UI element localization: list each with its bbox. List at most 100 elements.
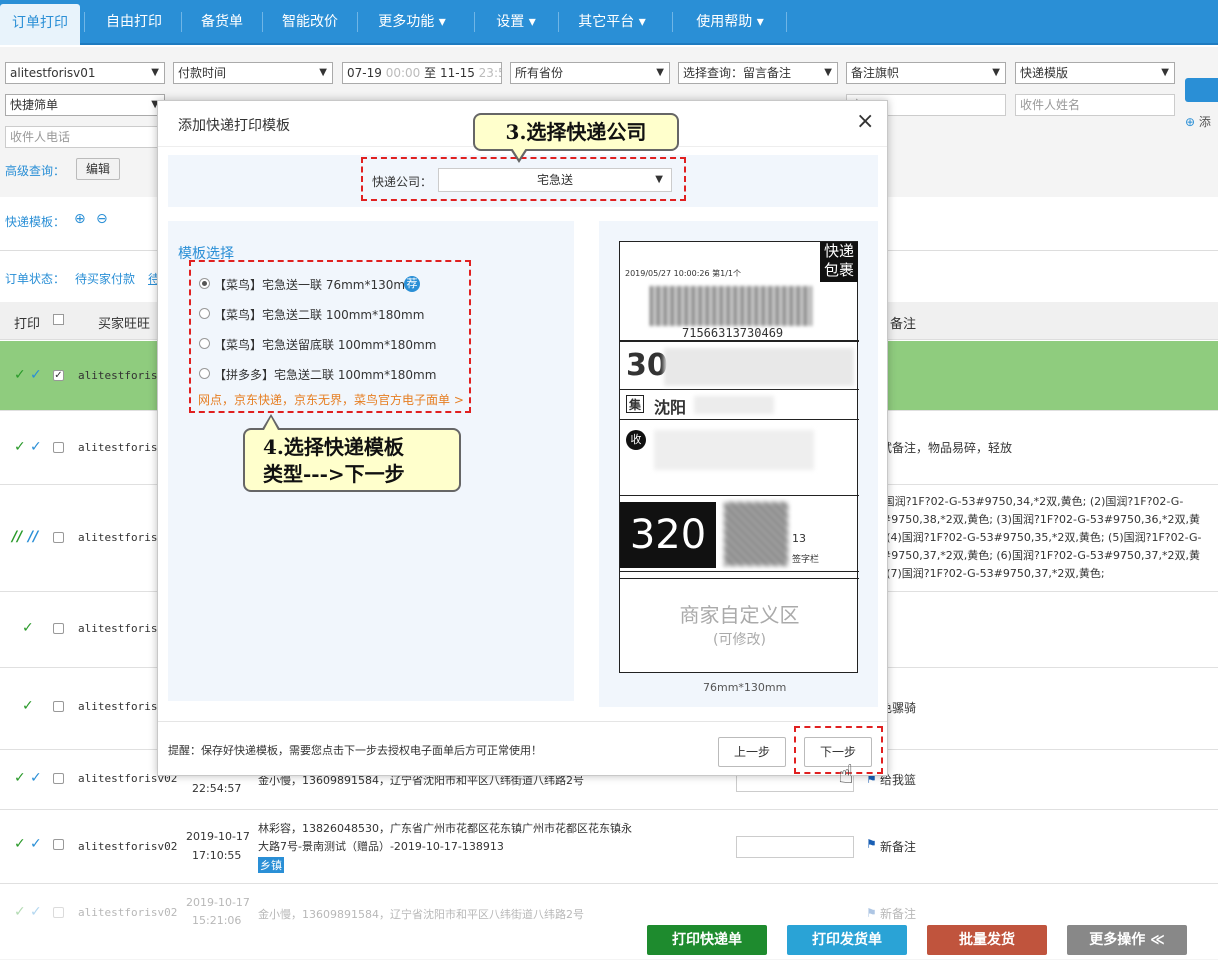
flag-select[interactable]: 备注旗帜 ▼: [846, 62, 1006, 84]
batch-ship-button[interactable]: 批量发货: [927, 925, 1047, 955]
remark-input[interactable]: [736, 836, 854, 858]
date-range-input[interactable]: 07-19 00:00 至 11-15 23:59: [342, 62, 502, 84]
tab-more-features[interactable]: 更多功能 ▾: [362, 0, 462, 45]
search-button[interactable]: [1185, 78, 1218, 102]
receiver-name-input[interactable]: 收件人姓名: [1015, 94, 1175, 116]
printed-check-icon: ✓: [14, 439, 26, 455]
order-time: 17:10:55: [192, 849, 242, 862]
code-section: 320 13 签字栏: [620, 498, 859, 572]
tab-settings[interactable]: 设置 ▾: [480, 0, 552, 45]
order-address: 林彩容，13826048530，广东省广州市花都区花东镇广州市花都区花东镇永: [258, 822, 632, 835]
step4-line1: 4.选择快递模板: [263, 435, 404, 459]
buyer-nick: alitestforisv: [78, 369, 165, 382]
printed-check-icon: ✓: [30, 439, 42, 455]
callout-pointer: [264, 417, 278, 430]
buyer-nick: alitestforisv02: [78, 906, 178, 919]
more-operations-button[interactable]: 更多操作 ≪: [1067, 925, 1187, 955]
partial-print-icon: //: [28, 529, 39, 545]
plus-circle-icon: ⊕: [1185, 115, 1196, 129]
waybill-preview: 2019/05/27 10:00:26 第1/1个 快递包裹 715663137…: [619, 241, 859, 674]
table-row[interactable]: ✓ ✓ alitestforisv02 2019-10-17 17:10:55 …: [0, 810, 1218, 884]
preview-size-label: 76mm*130mm: [703, 681, 787, 694]
tab-smart-price[interactable]: 智能改价: [268, 0, 352, 45]
tracking-number: 71566313730469: [682, 326, 784, 340]
buyer-nick: alitestforisv: [78, 441, 165, 454]
row-checkbox[interactable]: [53, 907, 64, 918]
order-date: 2019-10-17: [186, 896, 250, 909]
flag-icon[interactable]: ⚑: [866, 906, 877, 920]
nav-divider: [84, 12, 85, 32]
nav-divider: [181, 12, 182, 32]
header-print: 打印: [14, 317, 41, 332]
query-select[interactable]: 选择查询：留言备注 ▼: [678, 62, 838, 84]
status-pending-payment[interactable]: 待买家付款: [75, 270, 135, 287]
city-name: 沈阳: [654, 398, 687, 417]
order-status-label: 订单状态：: [5, 272, 66, 286]
print-invoice-button[interactable]: 打印发货单: [787, 925, 907, 955]
order-remark: 新备注: [880, 907, 917, 921]
custom-area-subtitle: (可修改): [713, 632, 766, 648]
printed-check-icon: ✓: [14, 904, 26, 920]
remove-template-icon[interactable]: ⊖: [96, 211, 108, 227]
qr-code: [724, 502, 788, 566]
row-checkbox[interactable]: ✓: [53, 370, 64, 381]
barcode: [650, 286, 812, 326]
row-checkbox[interactable]: [53, 623, 64, 634]
partial-print-icon: //: [12, 529, 23, 545]
custom-area-title: 商家自定义区: [679, 603, 800, 627]
buyer-nick: alitestforisv: [78, 622, 165, 635]
tab-order-print[interactable]: 订单打印: [0, 4, 80, 45]
time-type-select[interactable]: 付款时间 ▼: [173, 62, 333, 84]
sign-field: 签字栏: [792, 555, 820, 565]
order-remark: 新备注: [880, 840, 917, 854]
row-checkbox[interactable]: [53, 773, 64, 784]
nav-divider: [558, 12, 559, 32]
tab-stock-list[interactable]: 备货单: [186, 0, 258, 45]
custom-area: 商家自定义区 (可修改): [620, 578, 859, 674]
printed-check-icon: ✓: [30, 367, 42, 383]
province-select[interactable]: 所有省份 ▼: [510, 62, 670, 84]
tab-other-platforms[interactable]: 其它平台 ▾: [564, 0, 660, 45]
nav-divider: [786, 12, 787, 32]
tab-free-print[interactable]: 自由打印: [92, 0, 176, 45]
row-checkbox[interactable]: [53, 839, 64, 850]
step3-callout: 3.选择快递公司: [473, 113, 679, 151]
step4-line2: 类型--->下一步: [263, 462, 405, 486]
step4-callout: 4.选择快递模板 类型--->下一步: [243, 428, 461, 492]
receiver-section: 收: [620, 420, 859, 496]
print-express-button[interactable]: 打印快递单: [647, 925, 767, 955]
waybill-datetime: 2019/05/27 10:00:26 第1/1个: [625, 269, 741, 278]
select-all-checkbox[interactable]: [53, 314, 64, 325]
express-template-label: 快递模板：: [5, 215, 66, 229]
row-checkbox[interactable]: [53, 442, 64, 453]
edit-button[interactable]: 编辑: [76, 158, 120, 180]
nav-divider: [262, 12, 263, 32]
printed-check-icon: ✓: [22, 698, 34, 714]
tab-help[interactable]: 使用帮助 ▾: [680, 0, 780, 45]
shop-select[interactable]: alitestforisv01 ▼: [5, 62, 165, 84]
city-section: 集 沈阳: [620, 390, 859, 420]
row-checkbox[interactable]: [53, 532, 64, 543]
blurred-receiver: [654, 430, 814, 470]
hand-cursor-icon: ☝: [838, 760, 854, 790]
receiver-phone-input[interactable]: 收件人电话: [5, 126, 165, 148]
printed-check-icon: ✓: [14, 367, 26, 383]
previous-step-button[interactable]: 上一步: [718, 737, 786, 767]
header-remark: 备注: [890, 317, 917, 332]
blurred-route: [664, 348, 854, 386]
order-remark: (1)国润?1F?02-G-53#9750,34,*2双,黄色; (2)国润?1…: [868, 495, 1202, 580]
nav-divider: [357, 12, 358, 32]
flag-icon[interactable]: ⚑: [866, 837, 877, 851]
phone-prefix: 13: [792, 532, 806, 545]
advanced-query-label: 高级查询：: [5, 164, 66, 178]
printed-check-icon: ✓: [14, 836, 26, 852]
add-template-icon[interactable]: ⊕: [74, 211, 86, 227]
template-select[interactable]: 快递模版 ▼: [1015, 62, 1175, 84]
add-condition-link[interactable]: ⊕ 添: [1185, 113, 1211, 130]
town-badge: 乡镇: [258, 857, 284, 873]
row-checkbox[interactable]: [53, 701, 64, 712]
parcel-badge: 快递包裹: [820, 242, 858, 282]
close-icon[interactable]: ×: [856, 109, 874, 134]
dialog-footer-divider: [158, 721, 887, 722]
quick-filter-select[interactable]: 快捷筛单 ▼: [5, 94, 165, 116]
